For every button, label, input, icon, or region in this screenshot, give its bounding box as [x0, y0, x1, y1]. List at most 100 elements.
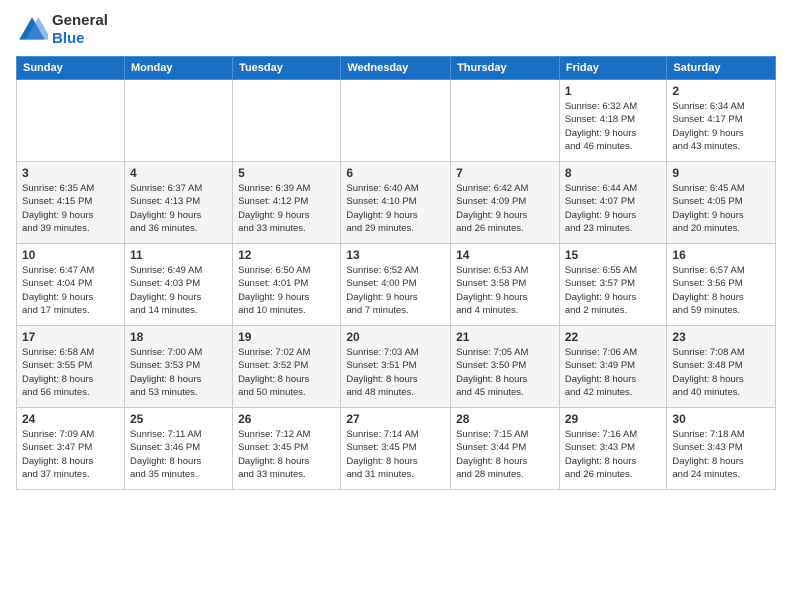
page: General Blue SundayMondayTuesdayWednesda… — [0, 0, 792, 612]
day-number: 11 — [130, 248, 227, 262]
weekday-header-sunday: Sunday — [17, 57, 125, 80]
weekday-header-thursday: Thursday — [451, 57, 560, 80]
day-info: Sunrise: 6:44 AM Sunset: 4:07 PM Dayligh… — [565, 182, 662, 235]
day-info: Sunrise: 7:03 AM Sunset: 3:51 PM Dayligh… — [346, 346, 445, 399]
day-number: 27 — [346, 412, 445, 426]
calendar-cell: 16 Sunrise: 6:57 AM Sunset: 3:56 PM Dayli… — [667, 244, 776, 326]
calendar-cell: 6 Sunrise: 6:40 AM Sunset: 4:10 PM Daylig… — [341, 162, 451, 244]
day-info: Sunrise: 6:49 AM Sunset: 4:03 PM Dayligh… — [130, 264, 227, 317]
calendar-cell: 7 Sunrise: 6:42 AM Sunset: 4:09 PM Daylig… — [451, 162, 560, 244]
weekday-header-saturday: Saturday — [667, 57, 776, 80]
calendar-row-1: 3Sunrise: 6:35 AM Sunset: 4:15 PM Daylig… — [17, 162, 776, 244]
day-info: Sunrise: 7:08 AM Sunset: 3:48 PM Dayligh… — [672, 346, 770, 399]
calendar-cell: 5Sunrise: 6:39 AM Sunset: 4:12 PM Daylig… — [233, 162, 341, 244]
calendar-row-3: 17Sunrise: 6:58 AM Sunset: 3:55 PM Dayli… — [17, 326, 776, 408]
day-number: 6 — [346, 166, 445, 180]
day-number: 18 — [130, 330, 227, 344]
calendar-cell — [124, 80, 232, 162]
weekday-header-tuesday: Tuesday — [233, 57, 341, 80]
day-number: 20 — [346, 330, 445, 344]
calendar-cell: 9 Sunrise: 6:45 AM Sunset: 4:05 PM Daylig… — [667, 162, 776, 244]
calendar-cell: 4Sunrise: 6:37 AM Sunset: 4:13 PM Daylig… — [124, 162, 232, 244]
day-info: Sunrise: 6:50 AM Sunset: 4:01 PM Dayligh… — [238, 264, 335, 317]
day-number: 29 — [565, 412, 662, 426]
calendar-cell — [451, 80, 560, 162]
day-info: Sunrise: 7:09 AM Sunset: 3:47 PM Dayligh… — [22, 428, 119, 481]
day-info: Sunrise: 7:12 AM Sunset: 3:45 PM Dayligh… — [238, 428, 335, 481]
day-info: Sunrise: 7:11 AM Sunset: 3:46 PM Dayligh… — [130, 428, 227, 481]
calendar-cell — [233, 80, 341, 162]
day-number: 12 — [238, 248, 335, 262]
calendar-cell: 21 Sunrise: 7:05 AM Sunset: 3:50 PM Dayli… — [451, 326, 560, 408]
calendar-cell: 28 Sunrise: 7:15 AM Sunset: 3:44 PM Dayli… — [451, 408, 560, 490]
calendar-cell: 11 Sunrise: 6:49 AM Sunset: 4:03 PM Dayli… — [124, 244, 232, 326]
calendar-cell: 15Sunrise: 6:55 AM Sunset: 3:57 PM Dayli… — [559, 244, 667, 326]
logo-general-text: General — [52, 12, 108, 29]
calendar-cell: 27 Sunrise: 7:14 AM Sunset: 3:45 PM Dayli… — [341, 408, 451, 490]
day-info: Sunrise: 7:18 AM Sunset: 3:43 PM Dayligh… — [672, 428, 770, 481]
calendar-cell — [341, 80, 451, 162]
day-number: 21 — [456, 330, 554, 344]
logo-icon — [16, 14, 48, 46]
day-info: Sunrise: 7:05 AM Sunset: 3:50 PM Dayligh… — [456, 346, 554, 399]
day-number: 9 — [672, 166, 770, 180]
day-info: Sunrise: 6:52 AM Sunset: 4:00 PM Dayligh… — [346, 264, 445, 317]
day-number: 30 — [672, 412, 770, 426]
calendar-row-0: 1Sunrise: 6:32 AM Sunset: 4:18 PM Daylig… — [17, 80, 776, 162]
calendar-row-2: 10Sunrise: 6:47 AM Sunset: 4:04 PM Dayli… — [17, 244, 776, 326]
day-number: 28 — [456, 412, 554, 426]
day-number: 2 — [672, 84, 770, 98]
calendar-cell: 20 Sunrise: 7:03 AM Sunset: 3:51 PM Dayli… — [341, 326, 451, 408]
day-info: Sunrise: 6:32 AM Sunset: 4:18 PM Dayligh… — [565, 100, 662, 153]
day-number: 26 — [238, 412, 335, 426]
calendar-row-4: 24 Sunrise: 7:09 AM Sunset: 3:47 PM Dayli… — [17, 408, 776, 490]
calendar-cell: 1Sunrise: 6:32 AM Sunset: 4:18 PM Daylig… — [559, 80, 667, 162]
day-number: 8 — [565, 166, 662, 180]
day-number: 3 — [22, 166, 119, 180]
logo-blue-text: Blue — [52, 30, 85, 47]
day-info: Sunrise: 7:14 AM Sunset: 3:45 PM Dayligh… — [346, 428, 445, 481]
calendar-cell: 24 Sunrise: 7:09 AM Sunset: 3:47 PM Dayli… — [17, 408, 125, 490]
day-info: Sunrise: 6:45 AM Sunset: 4:05 PM Dayligh… — [672, 182, 770, 235]
day-info: Sunrise: 6:58 AM Sunset: 3:55 PM Dayligh… — [22, 346, 119, 399]
day-info: Sunrise: 6:40 AM Sunset: 4:10 PM Dayligh… — [346, 182, 445, 235]
day-number: 22 — [565, 330, 662, 344]
day-number: 13 — [346, 248, 445, 262]
calendar-cell: 23 Sunrise: 7:08 AM Sunset: 3:48 PM Dayli… — [667, 326, 776, 408]
calendar-cell: 29 Sunrise: 7:16 AM Sunset: 3:43 PM Dayli… — [559, 408, 667, 490]
day-number: 7 — [456, 166, 554, 180]
day-number: 14 — [456, 248, 554, 262]
day-number: 23 — [672, 330, 770, 344]
weekday-header-wednesday: Wednesday — [341, 57, 451, 80]
calendar-cell: 13 Sunrise: 6:52 AM Sunset: 4:00 PM Dayli… — [341, 244, 451, 326]
calendar-cell: 2 Sunrise: 6:34 AM Sunset: 4:17 PM Daylig… — [667, 80, 776, 162]
day-info: Sunrise: 7:15 AM Sunset: 3:44 PM Dayligh… — [456, 428, 554, 481]
day-info: Sunrise: 7:02 AM Sunset: 3:52 PM Dayligh… — [238, 346, 335, 399]
day-number: 10 — [22, 248, 119, 262]
calendar-cell: 19Sunrise: 7:02 AM Sunset: 3:52 PM Dayli… — [233, 326, 341, 408]
calendar-cell: 17Sunrise: 6:58 AM Sunset: 3:55 PM Dayli… — [17, 326, 125, 408]
day-info: Sunrise: 6:37 AM Sunset: 4:13 PM Dayligh… — [130, 182, 227, 235]
day-info: Sunrise: 7:16 AM Sunset: 3:43 PM Dayligh… — [565, 428, 662, 481]
day-info: Sunrise: 6:42 AM Sunset: 4:09 PM Dayligh… — [456, 182, 554, 235]
weekday-header-monday: Monday — [124, 57, 232, 80]
day-info: Sunrise: 6:34 AM Sunset: 4:17 PM Dayligh… — [672, 100, 770, 153]
calendar-cell: 22 Sunrise: 7:06 AM Sunset: 3:49 PM Dayli… — [559, 326, 667, 408]
weekday-header-friday: Friday — [559, 57, 667, 80]
calendar-cell: 25 Sunrise: 7:11 AM Sunset: 3:46 PM Dayli… — [124, 408, 232, 490]
calendar-cell: 10Sunrise: 6:47 AM Sunset: 4:04 PM Dayli… — [17, 244, 125, 326]
calendar-cell: 3Sunrise: 6:35 AM Sunset: 4:15 PM Daylig… — [17, 162, 125, 244]
day-info: Sunrise: 6:57 AM Sunset: 3:56 PM Dayligh… — [672, 264, 770, 317]
calendar-table: SundayMondayTuesdayWednesdayThursdayFrid… — [16, 56, 776, 490]
day-number: 5 — [238, 166, 335, 180]
day-info: Sunrise: 7:06 AM Sunset: 3:49 PM Dayligh… — [565, 346, 662, 399]
day-number: 15 — [565, 248, 662, 262]
day-number: 24 — [22, 412, 119, 426]
day-number: 16 — [672, 248, 770, 262]
day-info: Sunrise: 6:53 AM Sunset: 3:58 PM Dayligh… — [456, 264, 554, 317]
weekday-header-row: SundayMondayTuesdayWednesdayThursdayFrid… — [17, 57, 776, 80]
calendar-cell: 14 Sunrise: 6:53 AM Sunset: 3:58 PM Dayli… — [451, 244, 560, 326]
day-info: Sunrise: 7:00 AM Sunset: 3:53 PM Dayligh… — [130, 346, 227, 399]
day-number: 25 — [130, 412, 227, 426]
header: General Blue — [16, 12, 776, 48]
